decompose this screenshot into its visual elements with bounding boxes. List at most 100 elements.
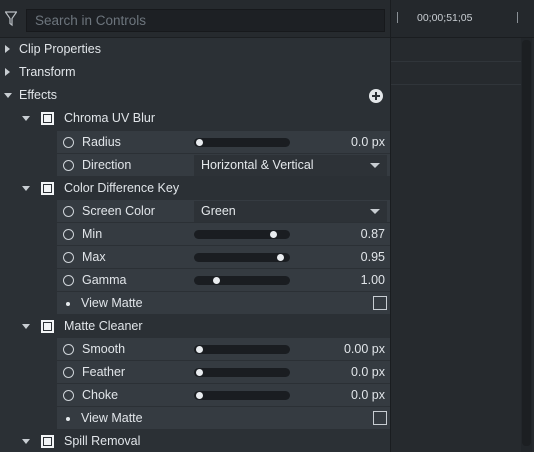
param-label: Radius — [82, 135, 121, 149]
group-label: Clip Properties — [19, 42, 101, 56]
param-choke: Choke 0.0 px — [57, 384, 390, 407]
dropdown-caret-icon[interactable] — [370, 163, 380, 168]
keyframe-toggle-icon[interactable] — [63, 367, 74, 378]
direction-dropdown[interactable]: Horizontal & Vertical — [194, 155, 387, 176]
search-input[interactable] — [27, 10, 384, 31]
param-value[interactable]: 0.0 px — [351, 388, 385, 402]
param-screen-color: Screen Color Green — [57, 200, 390, 223]
keyframe-toggle-icon[interactable] — [63, 229, 74, 240]
effect-enable-checkbox[interactable] — [41, 182, 54, 195]
group-transform[interactable]: Transform — [0, 61, 390, 84]
param-label: View Matte — [81, 411, 143, 425]
controls-toolbar — [0, 0, 390, 38]
param-value[interactable]: 0.87 — [361, 227, 385, 241]
param-gamma: Gamma 1.00 — [57, 269, 390, 292]
param-label: Screen Color — [82, 204, 155, 218]
min-slider[interactable] — [194, 230, 290, 239]
slider-knob[interactable] — [195, 346, 203, 353]
param-label: Choke — [82, 388, 119, 402]
effect-title: Spill Removal — [64, 434, 141, 448]
param-value[interactable]: 0.00 px — [344, 342, 385, 356]
timecode: 00;00;51;05 — [417, 12, 473, 24]
param-value[interactable]: 1.00 — [361, 273, 385, 287]
timeline-row-divider — [391, 84, 521, 85]
effect-chroma-uv-blur[interactable]: Chroma UV Blur — [0, 107, 390, 130]
effect-enable-checkbox[interactable] — [41, 320, 54, 333]
param-min: Min 0.87 — [57, 223, 390, 246]
keyframe-toggle-icon[interactable] — [63, 206, 74, 217]
slider-knob[interactable] — [277, 254, 285, 261]
keyframe-toggle-icon[interactable] — [63, 160, 74, 171]
search-field[interactable] — [26, 9, 385, 32]
slider-knob[interactable] — [270, 231, 278, 238]
group-effects[interactable]: Effects — [0, 84, 390, 107]
scroll-thumb[interactable] — [522, 40, 531, 446]
expand-triangle-icon[interactable] — [5, 45, 10, 53]
view-matte-checkbox[interactable] — [373, 411, 387, 425]
dropdown-value: Green — [201, 204, 236, 218]
param-label: View Matte — [81, 296, 143, 310]
screen-color-dropdown[interactable]: Green — [194, 201, 387, 222]
param-label: Gamma — [82, 273, 127, 287]
max-slider[interactable] — [194, 253, 290, 262]
effect-spill-removal[interactable]: Spill Removal — [0, 430, 390, 452]
keyframe-toggle-icon[interactable] — [63, 252, 74, 263]
param-label: Max — [82, 250, 106, 264]
keyframe-timeline[interactable]: 00;00;51;05 — [390, 0, 534, 452]
expand-triangle-icon[interactable] — [5, 68, 10, 76]
smooth-slider[interactable] — [194, 345, 290, 354]
group-label: Transform — [19, 65, 76, 79]
slider-knob[interactable] — [212, 277, 220, 284]
gamma-slider[interactable] — [194, 276, 290, 285]
param-value[interactable]: 0.0 px — [351, 365, 385, 379]
slider-knob[interactable] — [195, 392, 203, 399]
param-label: Smooth — [82, 342, 126, 356]
bullet-icon — [66, 302, 70, 306]
add-effect-icon[interactable] — [369, 89, 383, 103]
slider-knob[interactable] — [195, 139, 203, 146]
feather-slider[interactable] — [194, 368, 290, 377]
collapse-triangle-icon[interactable] — [22, 186, 30, 191]
param-smooth: Smooth 0.00 px — [57, 338, 390, 361]
param-max: Max 0.95 — [57, 246, 390, 269]
param-feather: Feather 0.0 px — [57, 361, 390, 384]
keyframe-toggle-icon[interactable] — [63, 390, 74, 401]
effect-title: Matte Cleaner — [64, 319, 143, 333]
param-radius: Radius 0.0 px — [57, 131, 390, 154]
timeline-row-divider — [391, 61, 521, 62]
keyframe-toggle-icon[interactable] — [63, 344, 74, 355]
choke-slider[interactable] — [194, 391, 290, 400]
param-value[interactable]: 0.95 — [361, 250, 385, 264]
effect-title: Chroma UV Blur — [64, 111, 155, 125]
keyframe-toggle-icon[interactable] — [63, 275, 74, 286]
ruler-tick — [397, 12, 398, 23]
timeline-scrollbar[interactable] — [521, 38, 532, 452]
collapse-triangle-icon[interactable] — [22, 324, 30, 329]
timeline-ruler[interactable]: 00;00;51;05 — [391, 0, 534, 38]
effect-color-difference-key[interactable]: Color Difference Key — [0, 177, 390, 200]
radius-slider[interactable] — [194, 138, 290, 147]
dropdown-value: Horizontal & Vertical — [201, 158, 314, 172]
effect-title: Color Difference Key — [64, 181, 180, 195]
dropdown-caret-icon[interactable] — [370, 209, 380, 214]
param-value[interactable]: 0.0 px — [351, 135, 385, 149]
param-view-matte: View Matte — [57, 292, 390, 315]
effect-enable-checkbox[interactable] — [41, 112, 54, 125]
param-label: Direction — [82, 158, 132, 172]
param-view-matte: View Matte — [57, 407, 390, 430]
view-matte-checkbox[interactable] — [373, 296, 387, 310]
effect-matte-cleaner[interactable]: Matte Cleaner — [0, 315, 390, 338]
ruler-tick — [517, 12, 518, 23]
effect-enable-checkbox[interactable] — [41, 435, 54, 448]
keyframe-toggle-icon[interactable] — [63, 137, 74, 148]
collapse-triangle-icon[interactable] — [22, 439, 30, 444]
collapse-triangle-icon[interactable] — [22, 116, 30, 121]
slider-knob[interactable] — [195, 369, 203, 376]
collapse-triangle-icon[interactable] — [4, 93, 12, 98]
param-label: Min — [82, 227, 103, 241]
group-clip-properties[interactable]: Clip Properties — [0, 38, 390, 61]
bullet-icon — [66, 417, 70, 421]
param-label: Feather — [82, 365, 126, 379]
filter-icon[interactable] — [5, 11, 17, 27]
group-label: Effects — [19, 88, 57, 102]
